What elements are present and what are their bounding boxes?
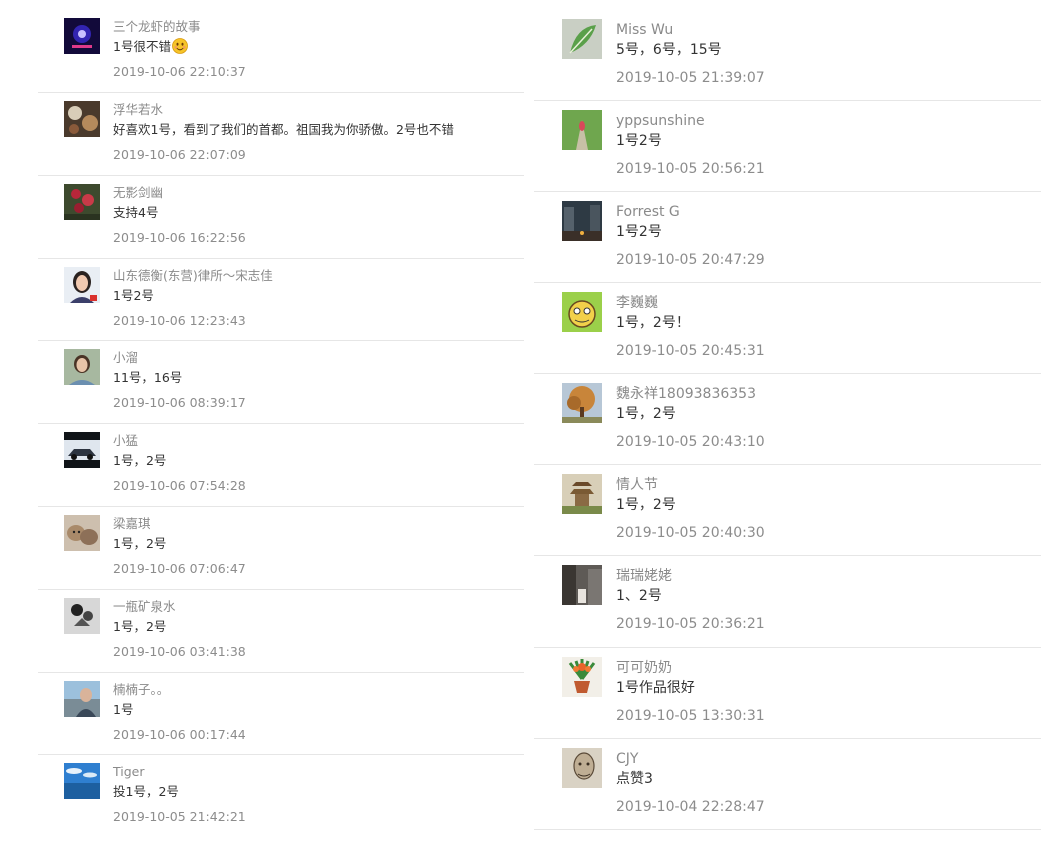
comment-content: 11号，16号 [113,370,183,386]
comment-nickname[interactable]: 小溜 [113,349,246,367]
comment-timestamp: 2019-10-05 20:47:29 [616,252,765,269]
comment-item: 山东德衡(东营)律所～宋志佳 1号2号 2019-10-06 12:23:43 [38,259,524,342]
comment-item: 小溜 11号，16号 2019-10-06 08:39:17 [38,341,524,425]
comment-item: 瑞瑞姥姥 1、2号 2019-10-05 20:36:21 [534,556,1041,648]
comment-nickname[interactable]: 可可奶奶 [616,658,765,678]
night-stage-avatar[interactable] [64,18,100,54]
comment-nickname[interactable]: 魏永祥18093836353 [616,384,765,404]
right-comment-list: Miss Wu 5号，6号，15号 2019-10-05 21:39:07 yp… [534,0,1041,830]
comment-content: 1号，2号 [113,618,167,634]
comment-content: 投1号，2号 [113,784,179,800]
sketch-portrait-avatar[interactable] [562,747,602,788]
comment-content: 1号作品很好 [616,679,695,696]
comment-item: Miss Wu 5号，6号，15号 2019-10-05 21:39:07 [534,0,1041,101]
car-avatar[interactable] [64,432,100,469]
cartoon-avatar[interactable] [64,597,100,634]
potted-plant-avatar[interactable] [562,656,602,697]
comment-content: 1号，2号 [616,406,676,423]
comment-item: 楠楠子。。 1号 2019-10-06 00:17:44 [38,673,524,756]
comment-content: 点赞3 [616,770,653,787]
autumn-tree-avatar[interactable] [562,383,602,424]
comment-nickname[interactable]: 李巍巍 [616,293,765,313]
comment-timestamp: 2019-10-05 20:43:10 [616,434,765,451]
comment-content: 1号，2号 [113,535,167,551]
comment-item: 三个龙虾的故事 1号很不错 2019-10-06 22:10:37 [38,0,524,93]
comment-content: 1号2号 [113,287,154,303]
city-street-avatar[interactable] [562,201,602,242]
comment-item: 浮华若水 好喜欢1号，看到了我们的首都。祖国我为你骄傲。2号也不错 2019-1… [38,93,524,176]
comment-nickname[interactable]: Tiger [113,763,246,781]
comment-content: 好喜欢1号，看到了我们的首都。祖国我为你骄傲。2号也不错 [113,122,454,137]
comment-timestamp: 2019-10-06 00:17:44 [113,726,246,742]
comment-nickname[interactable]: 三个龙虾的故事 [113,18,246,36]
comment-timestamp: 2019-10-06 07:06:47 [113,560,246,576]
comment-item: 情人节 1号，2号 2019-10-05 20:40:30 [534,465,1041,557]
garden-path-avatar[interactable] [562,110,602,150]
comment-nickname[interactable]: CJY [616,749,765,769]
woman-portrait-avatar[interactable] [64,266,100,303]
comment-item: Tiger 投1号，2号 2019-10-05 21:42:21 [38,755,524,838]
comment-timestamp: 2019-10-05 21:42:21 [113,809,246,825]
comment-content: 1号，2号 [616,497,676,514]
comment-item: 小猛 1号，2号 2019-10-06 07:54:28 [38,424,524,507]
comment-content: 1号，2号！ [616,315,690,332]
comment-item: 李巍巍 1号，2号！ 2019-10-05 20:45:31 [534,283,1041,375]
comment-nickname[interactable]: 无影剑幽 [113,184,246,202]
comment-nickname[interactable]: Forrest G [616,202,765,222]
cartoon-character-avatar[interactable] [562,292,602,333]
comment-content: 1号很不错 [113,36,246,58]
street-scene-avatar[interactable] [562,565,602,606]
pagoda-avatar[interactable] [562,474,602,515]
comment-item: Forrest G 1号2号 2019-10-05 20:47:29 [534,192,1041,284]
comment-timestamp: 2019-10-04 22:28:47 [616,798,765,815]
comment-item: CJY 点赞3 2019-10-04 22:28:47 [534,739,1041,830]
comment-content: 支持4号 [113,204,159,220]
comment-timestamp: 2019-10-06 07:54:28 [113,478,246,494]
seaside-portrait-avatar[interactable] [64,680,100,717]
comment-timestamp: 2019-10-06 22:07:09 [113,147,246,162]
comment-nickname[interactable]: 一瓶矿泉水 [113,598,246,616]
comment-timestamp: 2019-10-06 12:23:43 [113,312,246,328]
outdoor-portrait-avatar[interactable] [64,349,100,386]
comment-nickname[interactable]: 山东德衡(东营)律所～宋志佳 [113,267,273,285]
smiley-face-icon [172,38,188,54]
comment-timestamp: 2019-10-05 20:40:30 [616,525,765,542]
comment-nickname[interactable]: 瑞瑞姥姥 [616,566,765,586]
comment-timestamp: 2019-10-05 13:30:31 [616,707,765,724]
comment-item: 魏永祥18093836353 1号，2号 2019-10-05 20:43:10 [534,374,1041,466]
left-comment-list: 三个龙虾的故事 1号很不错 2019-10-06 22:10:37 浮华若水 好… [38,0,524,838]
comment-timestamp: 2019-10-05 20:36:21 [616,616,765,633]
comment-content: 1号，2号 [113,453,167,469]
comment-item: yppsunshine 1号2号 2019-10-05 20:56:21 [534,101,1041,193]
comment-timestamp: 2019-10-06 16:22:56 [113,229,246,245]
green-leaf-avatar[interactable] [562,19,602,59]
comment-nickname[interactable]: 情人节 [616,475,765,495]
comment-timestamp: 2019-10-06 08:39:17 [113,395,246,411]
food-table-avatar[interactable] [64,101,100,137]
sea-sky-avatar[interactable] [64,763,100,800]
comment-timestamp: 2019-10-05 20:45:31 [616,343,765,360]
comment-nickname[interactable]: 小猛 [113,432,246,450]
comment-timestamp: 2019-10-05 21:39:07 [616,70,765,86]
comment-nickname[interactable]: 浮华若水 [113,101,454,119]
comment-content: 1号 [113,701,134,717]
cats-avatar[interactable] [64,514,100,551]
comment-nickname[interactable]: yppsunshine [616,111,765,131]
comment-timestamp: 2019-10-05 20:56:21 [616,161,765,177]
comment-content: 1号2号 [616,224,662,241]
comment-timestamp: 2019-10-06 22:10:37 [113,64,246,79]
comment-item: 一瓶矿泉水 1号，2号 2019-10-06 03:41:38 [38,590,524,673]
comment-content: 1号2号 [616,133,662,149]
comment-item: 梁嘉琪 1号，2号 2019-10-06 07:06:47 [38,507,524,590]
comment-content: 1、2号 [616,588,662,605]
comment-nickname[interactable]: Miss Wu [616,20,765,40]
red-flowers-avatar[interactable] [64,183,100,220]
comment-item: 可可奶奶 1号作品很好 2019-10-05 13:30:31 [534,648,1041,739]
comment-timestamp: 2019-10-06 03:41:38 [113,643,246,659]
comment-nickname[interactable]: 楠楠子。。 [113,681,246,699]
comment-nickname[interactable]: 梁嘉琪 [113,515,246,533]
comment-item: 无影剑幽 支持4号 2019-10-06 16:22:56 [38,176,524,259]
comment-content: 5号，6号，15号 [616,42,722,58]
